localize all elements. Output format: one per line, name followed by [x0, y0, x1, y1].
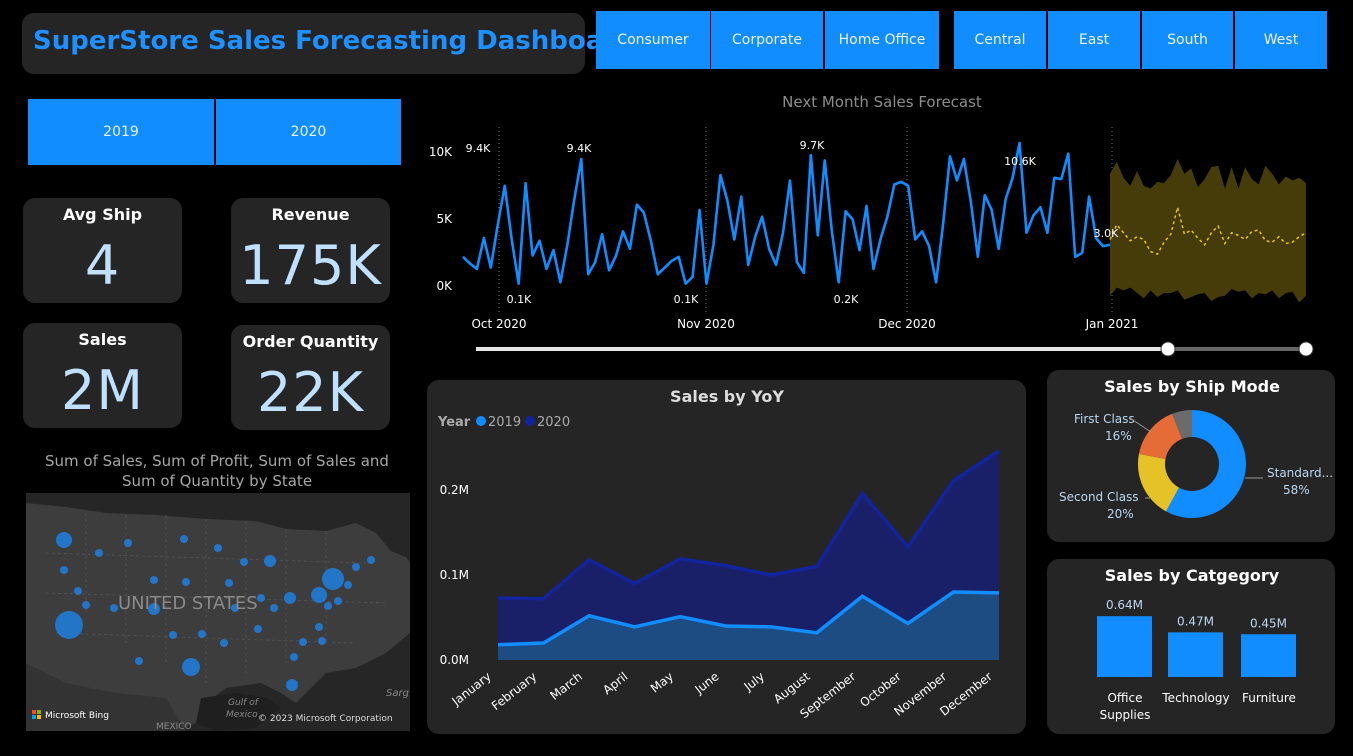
forecast-data-label: 0.1K — [507, 293, 532, 306]
forecast-chart: Next Month Sales Forecast 0K 5K 10K Oct 2020… — [429, 93, 1314, 357]
forecast-x-tick: Oct 2020 — [471, 317, 526, 331]
kpi-card-order-quantity: Order Quantity 22K — [231, 325, 390, 430]
kpi-label: Avg Ship — [62, 205, 143, 224]
yoy-x-tick: May — [648, 669, 676, 695]
category-x-tick: Office — [1107, 691, 1142, 705]
forecast-data-label: 9.4K — [466, 142, 491, 155]
pie-pct-second: 20% — [1107, 507, 1134, 521]
legend-dot-2019 — [476, 416, 486, 426]
forecast-x-tick: Nov 2020 — [677, 317, 735, 331]
slicer-segment-consumer[interactable]: Consumer — [596, 11, 710, 69]
yoy-legend-title: Year — [437, 415, 471, 430]
category-chart: Sales by Catgegory 0.64M 0.47M 0.45M Office S… — [1097, 566, 1296, 722]
ship-mode-chart: Sales by Ship Mode Standard... 58% Second C… — [1059, 377, 1333, 521]
pie-pct-first: 16% — [1105, 429, 1132, 443]
map-title-line1: Sum of Sales, Sum of Profit, Sum of Sale… — [45, 452, 389, 470]
yoy-y-tick: 0.1M — [440, 568, 469, 582]
map-mexico-label: MEXICO — [156, 722, 192, 731]
forecast-y-tick: 10K — [429, 145, 453, 159]
map-title: Sum of Sales, Sum of Profit, Sum of Sale… — [22, 451, 412, 491]
category-bar-label: 0.47M — [1177, 614, 1214, 628]
pie-label-first: First Class — [1074, 412, 1135, 426]
date-slider-handle-end[interactable] — [1298, 341, 1314, 357]
forecast-title: Next Month Sales Forecast — [782, 93, 982, 111]
forecast-data-label: 0.2K — [834, 293, 859, 306]
yoy-x-tick: August — [771, 669, 813, 706]
yoy-title: Sales by YoY — [670, 387, 784, 406]
kpi-value: 22K — [256, 361, 365, 424]
category-bar-label: 0.64M — [1106, 598, 1143, 612]
yoy-y-tick: 0.0M — [440, 653, 469, 667]
yoy-x-tick: January — [449, 669, 494, 709]
kpi-label: Revenue — [271, 205, 350, 224]
legend-dot-2020 — [525, 416, 535, 426]
category-title: Sales by Catgegory — [1105, 566, 1280, 585]
yoy-y-tick: 0.2M — [440, 483, 469, 497]
forecast-y-tick: 0K — [436, 279, 453, 293]
kpi-label: Sales — [78, 330, 127, 349]
dashboard-title: SuperStore Sales Forecasting Dashboard — [33, 26, 635, 56]
slicer-region-central[interactable]: Central — [954, 11, 1046, 69]
map-gulf-label2: Mexico — [226, 710, 258, 720]
map-gulf-label: Gulf of — [228, 698, 260, 708]
forecast-data-label: 3.0K — [1094, 227, 1119, 240]
map-bing-label: Microsoft Bing — [45, 711, 109, 721]
map-country-label: UNITED STATES — [118, 593, 258, 614]
category-bar-label: 0.45M — [1250, 616, 1287, 630]
date-slider-handle-start[interactable] — [1160, 341, 1176, 357]
slicer-region-west[interactable]: West — [1235, 11, 1327, 69]
map-canvas: UNITED STATES MEXICO Gulf of Mexico Sarg… — [26, 493, 410, 731]
kpi-card-revenue: Revenue 175K — [231, 198, 390, 303]
slicer-region-east[interactable]: East — [1048, 11, 1140, 69]
map-sargasso-label: Sarg — [386, 688, 409, 699]
forecast-data-label: 0.1K — [674, 293, 699, 306]
yoy-x-tick: April — [600, 669, 630, 697]
yoy-chart: Sales by YoY Year 2019 2020 0.0M 0.1M 0.2M Janu… — [437, 387, 1000, 721]
state-map[interactable]: UNITED STATES MEXICO Gulf of Mexico Sarg… — [26, 493, 410, 731]
kpi-card-sales: Sales 2M — [23, 323, 182, 428]
forecast-data-label: 10.6K — [1004, 155, 1036, 168]
yoy-x-tick: June — [692, 669, 722, 697]
map-copyright: © 2023 Microsoft Corporation — [258, 714, 393, 724]
kpi-value: 2M — [61, 359, 144, 422]
slicer-segment-home-office[interactable]: Home Office — [825, 11, 939, 69]
pie-label-second: Second Class — [1059, 490, 1139, 504]
category-x-tick: Technology — [1161, 691, 1229, 705]
category-bar — [1097, 616, 1152, 677]
kpi-value: 4 — [84, 234, 121, 297]
pie-label-standard: Standard... — [1267, 466, 1333, 480]
forecast-band — [1110, 159, 1306, 303]
yoy-x-tick: February — [489, 669, 540, 713]
forecast-data-label: 9.7K — [800, 139, 825, 152]
map-title-line2: Sum of Quantity by State — [121, 472, 313, 490]
forecast-x-tick: Jan 2021 — [1085, 317, 1139, 331]
slicer-region-south[interactable]: South — [1142, 11, 1233, 69]
kpi-card-avg-ship: Avg Ship 4 — [23, 198, 182, 303]
category-bar — [1168, 632, 1223, 677]
slicer-year-2020[interactable]: 2020 — [216, 99, 401, 165]
category-x-tick: Furniture — [1242, 691, 1296, 705]
slicer-segment-corporate[interactable]: Corporate — [711, 11, 823, 69]
category-x-tick: Supplies — [1100, 708, 1151, 722]
slicer-year-2019[interactable]: 2019 — [28, 99, 214, 165]
legend-label-2020: 2020 — [537, 415, 570, 430]
forecast-data-label: 9.4K — [567, 142, 592, 155]
legend-label-2019: 2019 — [488, 415, 521, 430]
ship-mode-title: Sales by Ship Mode — [1104, 377, 1280, 396]
category-bar — [1241, 634, 1296, 677]
kpi-value: 175K — [239, 234, 382, 297]
yoy-x-tick: March — [547, 669, 584, 703]
kpi-label: Order Quantity — [242, 332, 379, 351]
yoy-x-tick: July — [741, 669, 767, 694]
forecast-x-tick: Dec 2020 — [878, 317, 936, 331]
pie-pct-standard: 58% — [1283, 483, 1310, 497]
forecast-y-tick: 5K — [436, 212, 453, 226]
